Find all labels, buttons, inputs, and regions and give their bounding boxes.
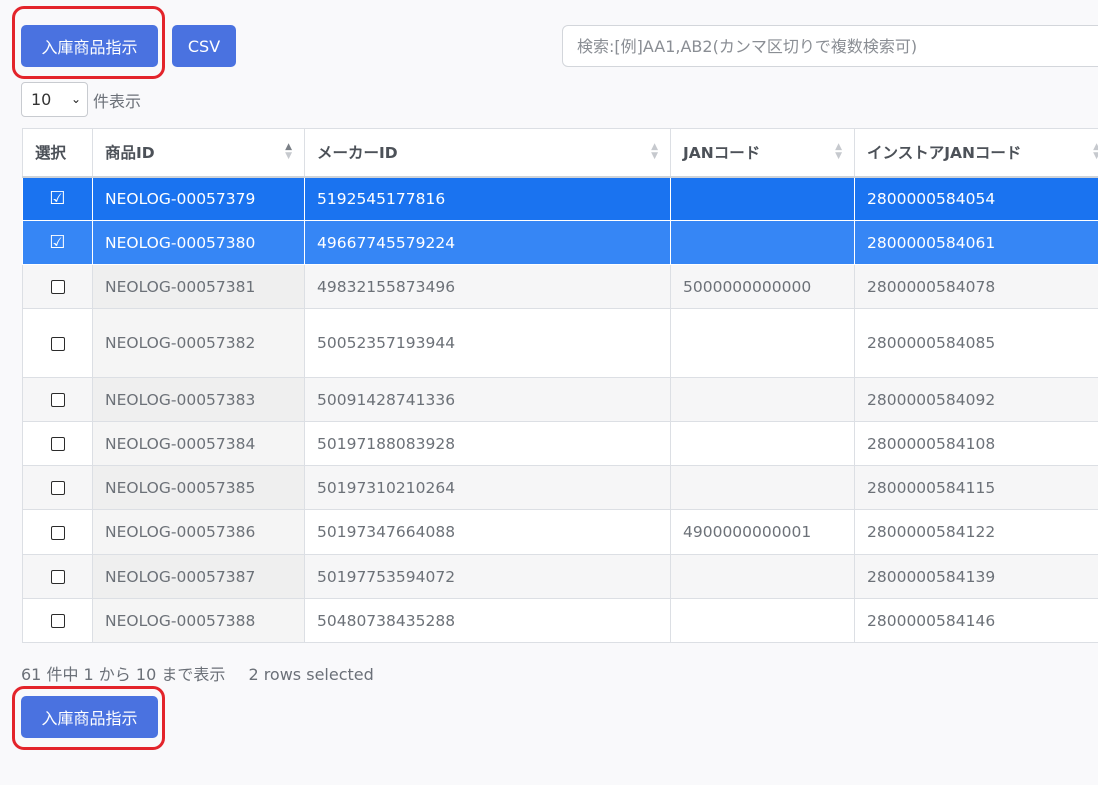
table-header-row: 選択 商品ID ▲ ▼ メーカーID ▲ ▼ JANコード ▲ ▼ インストアJANコ… bbox=[22, 128, 1098, 178]
table-row[interactable]: NEOLOG-00057381 49832155873496 50000000000… bbox=[22, 264, 1098, 309]
header-select: 選択 bbox=[22, 128, 93, 178]
cell-jan-code: 4900000000001 bbox=[670, 509, 855, 555]
cell-jan-code bbox=[670, 220, 855, 265]
cell-instore-jan-code: 2800000584078 bbox=[854, 264, 1098, 309]
cell-instore-jan-code: 2800000584122 bbox=[854, 509, 1098, 555]
table-row[interactable]: ☑ NEOLOG-00057379 5192545177816 28000005840… bbox=[22, 176, 1098, 221]
table-row[interactable]: NEOLOG-00057385 50197310210264 28000005841… bbox=[22, 465, 1098, 510]
table-info: 61 件中 1 から 10 まで表示 2 rows selected bbox=[21, 661, 374, 685]
page-length-value: 10 bbox=[31, 90, 52, 109]
cell-product-id: NEOLOG-00057382 bbox=[92, 308, 305, 378]
row-checkbox-cell[interactable] bbox=[22, 465, 93, 510]
header-jan-code[interactable]: JANコード ▲ ▼ bbox=[670, 128, 855, 178]
row-checkbox-cell[interactable] bbox=[22, 264, 93, 309]
table-row[interactable]: NEOLOG-00057382 50052357193944 28000005840… bbox=[22, 308, 1098, 378]
cell-jan-code bbox=[670, 554, 855, 599]
cell-product-id: NEOLOG-00057385 bbox=[92, 465, 305, 510]
cell-instore-jan-code: 2800000584108 bbox=[854, 421, 1098, 466]
cell-instore-jan-code: 2800000584085 bbox=[854, 308, 1098, 378]
table-row[interactable]: NEOLOG-00057387 50197753594072 28000005841… bbox=[22, 554, 1098, 599]
cell-product-id: NEOLOG-00057380 bbox=[92, 220, 305, 265]
checkbox-empty-icon[interactable] bbox=[50, 570, 65, 584]
cell-jan-code bbox=[670, 308, 855, 378]
table-info-summary: 61 件中 1 から 10 まで表示 bbox=[21, 665, 226, 684]
table-row[interactable]: NEOLOG-00057388 50480738435288 28000005841… bbox=[22, 598, 1098, 643]
header-instore-jan-code[interactable]: インストアJANコード ▲▼ bbox=[854, 128, 1098, 178]
checkbox-empty-icon[interactable] bbox=[50, 525, 65, 540]
header-product-id[interactable]: 商品ID ▲ ▼ bbox=[92, 128, 305, 178]
cell-maker-id: 50052357193944 bbox=[304, 308, 671, 378]
cell-maker-id: 50091428741336 bbox=[304, 377, 671, 422]
sort-icon: ▲▼ bbox=[285, 142, 292, 161]
page-length-select[interactable]: 10 ⌄ bbox=[21, 82, 88, 117]
cell-jan-code bbox=[670, 377, 855, 422]
cell-instore-jan-code: 2800000584115 bbox=[854, 465, 1098, 510]
product-table: 選択 商品ID ▲ ▼ メーカーID ▲ ▼ JANコード ▲ ▼ インストアJANコ… bbox=[22, 128, 1098, 643]
cell-instore-jan-code: 2800000584146 bbox=[854, 598, 1098, 643]
chevron-down-icon: ⌄ bbox=[70, 92, 81, 106]
checkbox-empty-icon[interactable] bbox=[50, 437, 65, 451]
sort-icon: ▲▼ bbox=[651, 142, 658, 161]
cell-jan-code bbox=[670, 421, 855, 466]
table-info-selected: 2 rows selected bbox=[248, 665, 374, 684]
row-checkbox-cell[interactable]: ☑ bbox=[22, 220, 93, 265]
checkbox-checked-icon[interactable]: ☑ bbox=[49, 232, 65, 253]
checkbox-empty-icon[interactable] bbox=[50, 614, 65, 628]
row-checkbox-cell[interactable] bbox=[22, 554, 93, 599]
row-checkbox-cell[interactable] bbox=[22, 421, 93, 466]
row-checkbox-cell[interactable] bbox=[22, 598, 93, 643]
cell-jan-code bbox=[670, 176, 855, 221]
cell-product-id: NEOLOG-00057386 bbox=[92, 509, 305, 555]
cell-maker-id: 50197347664088 bbox=[304, 509, 671, 555]
cell-product-id: NEOLOG-00057384 bbox=[92, 421, 305, 466]
row-checkbox-cell[interactable]: ☑ bbox=[22, 176, 93, 221]
cell-instore-jan-code: 2800000584139 bbox=[854, 554, 1098, 599]
cell-jan-code: 5000000000000 bbox=[670, 264, 855, 309]
page-length-label: 件表示 bbox=[93, 92, 142, 111]
cell-instore-jan-code: 2800000584092 bbox=[854, 377, 1098, 422]
header-maker-id[interactable]: メーカーID ▲ ▼ bbox=[304, 128, 671, 178]
cell-product-id: NEOLOG-00057381 bbox=[92, 264, 305, 309]
cell-maker-id: 50197188083928 bbox=[304, 421, 671, 466]
instruct-stock-button[interactable]: 入庫商品指示 bbox=[21, 25, 158, 67]
cell-maker-id: 50197753594072 bbox=[304, 554, 671, 599]
table-row[interactable]: NEOLOG-00057386 50197347664088 49000000000… bbox=[22, 509, 1098, 555]
cell-instore-jan-code: 2800000584061 bbox=[854, 220, 1098, 265]
cell-jan-code bbox=[670, 465, 855, 510]
cell-maker-id: 49832155873496 bbox=[304, 264, 671, 309]
table-row[interactable]: NEOLOG-00057384 50197188083928 28000005841… bbox=[22, 421, 1098, 466]
search-input[interactable] bbox=[562, 25, 1098, 67]
cell-product-id: NEOLOG-00057387 bbox=[92, 554, 305, 599]
cell-jan-code bbox=[670, 598, 855, 643]
cell-maker-id: 50480738435288 bbox=[304, 598, 671, 643]
checkbox-empty-icon[interactable] bbox=[50, 481, 65, 495]
cell-instore-jan-code: 2800000584054 bbox=[854, 176, 1098, 221]
checkbox-empty-icon[interactable] bbox=[50, 280, 65, 294]
cell-maker-id: 49667745579224 bbox=[304, 220, 671, 265]
row-checkbox-cell[interactable] bbox=[22, 509, 93, 555]
table-row[interactable]: NEOLOG-00057383 50091428741336 28000005840… bbox=[22, 377, 1098, 422]
row-checkbox-cell[interactable] bbox=[22, 377, 93, 422]
csv-button[interactable]: CSV bbox=[172, 25, 236, 67]
checkbox-empty-icon[interactable] bbox=[50, 393, 65, 407]
cell-maker-id: 50197310210264 bbox=[304, 465, 671, 510]
cell-product-id: NEOLOG-00057379 bbox=[92, 176, 305, 221]
sort-icon: ▲▼ bbox=[835, 142, 842, 161]
checkbox-checked-icon[interactable]: ☑ bbox=[49, 188, 65, 209]
checkbox-empty-icon[interactable] bbox=[50, 336, 65, 351]
table-row[interactable]: ☑ NEOLOG-00057380 49667745579224 2800000584… bbox=[22, 220, 1098, 265]
cell-product-id: NEOLOG-00057383 bbox=[92, 377, 305, 422]
sort-icon: ▲▼ bbox=[1093, 143, 1098, 161]
cell-maker-id: 5192545177816 bbox=[304, 176, 671, 221]
page: 入庫商品指示 CSV 10 ⌄ 件表示 選択 商品ID ▲▼ メーカーID ▲▼… bbox=[0, 0, 1098, 785]
cell-product-id: NEOLOG-00057388 bbox=[92, 598, 305, 643]
row-checkbox-cell[interactable] bbox=[22, 308, 93, 378]
instruct-stock-button-bottom[interactable]: 入庫商品指示 bbox=[21, 696, 158, 738]
